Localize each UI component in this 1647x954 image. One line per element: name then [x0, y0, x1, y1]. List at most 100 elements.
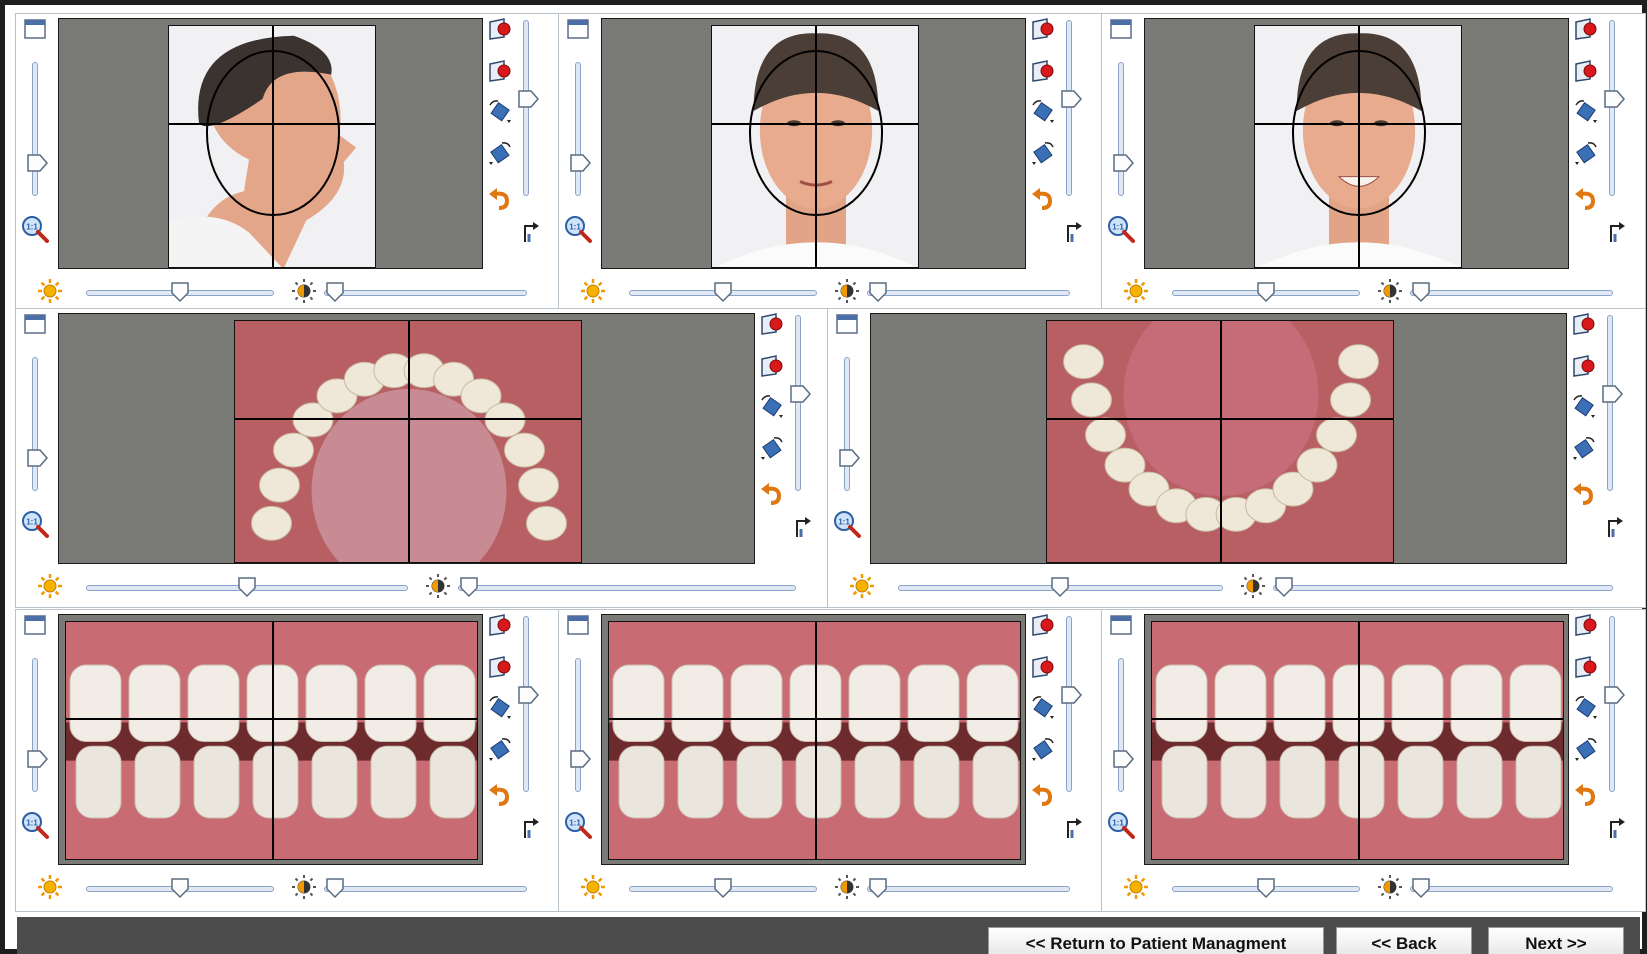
zoom-actual-size-icon[interactable]: 1:1 — [20, 509, 50, 539]
contrast-slider[interactable] — [866, 290, 1070, 296]
rotate-counterclockwise-icon[interactable] — [1030, 140, 1060, 170]
capture-icon[interactable] — [487, 16, 517, 46]
contrast-slider[interactable] — [1409, 290, 1613, 296]
brightness-slider-thumb[interactable] — [712, 877, 734, 899]
rotation-slider-thumb[interactable] — [1603, 88, 1625, 110]
window-icon[interactable] — [22, 612, 52, 642]
rotate-clockwise-icon[interactable] — [759, 393, 789, 423]
capture-icon[interactable] — [1030, 58, 1060, 88]
window-icon[interactable] — [1108, 612, 1138, 642]
flip-icon[interactable] — [517, 218, 547, 248]
zoom-actual-size-icon[interactable]: 1:1 — [1106, 810, 1136, 840]
contrast-slider-thumb[interactable] — [1273, 576, 1295, 598]
image-view[interactable] — [601, 18, 1026, 269]
left-buccal-photo[interactable] — [1151, 621, 1564, 860]
back-button[interactable]: << Back — [1336, 927, 1472, 954]
flip-icon[interactable] — [789, 513, 819, 543]
flip-icon[interactable] — [517, 814, 547, 844]
flip-icon[interactable] — [1603, 814, 1633, 844]
contrast-slider-thumb[interactable] — [867, 281, 889, 303]
window-icon[interactable] — [565, 16, 595, 46]
flip-icon[interactable] — [1060, 814, 1090, 844]
contrast-slider-thumb[interactable] — [1410, 281, 1432, 303]
undo-icon[interactable] — [759, 481, 789, 511]
window-icon[interactable] — [834, 311, 864, 341]
lower-arch-photo[interactable] — [1046, 320, 1394, 563]
contrast-slider-thumb[interactable] — [458, 576, 480, 598]
zoom-actual-size-icon[interactable]: 1:1 — [20, 214, 50, 244]
image-view[interactable] — [1144, 614, 1569, 865]
rotate-clockwise-icon[interactable] — [1030, 694, 1060, 724]
contrast-slider[interactable] — [458, 585, 796, 591]
contrast-slider[interactable] — [1409, 886, 1613, 892]
frontal-teeth-photo[interactable] — [608, 621, 1021, 860]
right-buccal-photo[interactable] — [65, 621, 478, 860]
zoom-actual-size-icon[interactable]: 1:1 — [1106, 214, 1136, 244]
rotate-counterclockwise-icon[interactable] — [759, 435, 789, 465]
smiling-face-photo[interactable] — [1254, 25, 1462, 268]
capture-icon[interactable] — [1571, 311, 1601, 341]
brightness-slider-thumb[interactable] — [1255, 877, 1277, 899]
brightness-slider-thumb[interactable] — [236, 576, 258, 598]
contrast-slider[interactable] — [323, 886, 527, 892]
contrast-slider-thumb[interactable] — [324, 281, 346, 303]
zoom-actual-size-icon[interactable]: 1:1 — [563, 810, 593, 840]
zoom-slider-thumb[interactable] — [26, 748, 48, 770]
window-icon[interactable] — [22, 311, 52, 341]
contrast-slider[interactable] — [323, 290, 527, 296]
rotate-clockwise-icon[interactable] — [1030, 98, 1060, 128]
capture-icon[interactable] — [487, 58, 517, 88]
undo-icon[interactable] — [1573, 782, 1603, 812]
zoom-actual-size-icon[interactable]: 1:1 — [20, 810, 50, 840]
rotate-clockwise-icon[interactable] — [1573, 694, 1603, 724]
rotate-clockwise-icon[interactable] — [1573, 98, 1603, 128]
rotate-counterclockwise-icon[interactable] — [1573, 140, 1603, 170]
image-view[interactable] — [58, 614, 483, 865]
contrast-slider-thumb[interactable] — [867, 877, 889, 899]
brightness-slider-thumb[interactable] — [1049, 576, 1071, 598]
contrast-slider-thumb[interactable] — [324, 877, 346, 899]
rotate-clockwise-icon[interactable] — [1571, 393, 1601, 423]
rotation-slider-thumb[interactable] — [1601, 383, 1623, 405]
undo-icon[interactable] — [1573, 186, 1603, 216]
rotate-counterclockwise-icon[interactable] — [487, 140, 517, 170]
brightness-slider-thumb[interactable] — [169, 281, 191, 303]
image-view[interactable] — [870, 313, 1567, 564]
capture-icon[interactable] — [1030, 612, 1060, 642]
upper-arch-photo[interactable] — [234, 320, 582, 563]
capture-icon[interactable] — [759, 353, 789, 383]
zoom-slider[interactable] — [844, 357, 850, 491]
contrast-slider[interactable] — [866, 886, 1070, 892]
rotation-slider-thumb[interactable] — [517, 88, 539, 110]
rotation-slider-thumb[interactable] — [789, 383, 811, 405]
window-icon[interactable] — [565, 612, 595, 642]
zoom-slider[interactable] — [32, 658, 38, 792]
capture-icon[interactable] — [1573, 612, 1603, 642]
rotation-slider-thumb[interactable] — [1060, 684, 1082, 706]
return-to-patient-management-button[interactable]: << Return to Patient Managment — [988, 927, 1324, 954]
rotate-counterclockwise-icon[interactable] — [1573, 736, 1603, 766]
next-button[interactable]: Next >> — [1488, 927, 1624, 954]
undo-icon[interactable] — [487, 186, 517, 216]
rotate-clockwise-icon[interactable] — [487, 98, 517, 128]
zoom-slider[interactable] — [1118, 62, 1124, 196]
capture-icon[interactable] — [1573, 654, 1603, 684]
capture-icon[interactable] — [1573, 16, 1603, 46]
image-view[interactable] — [58, 313, 755, 564]
rotate-counterclockwise-icon[interactable] — [487, 736, 517, 766]
capture-icon[interactable] — [487, 654, 517, 684]
zoom-slider[interactable] — [32, 62, 38, 196]
rotate-counterclockwise-icon[interactable] — [1030, 736, 1060, 766]
undo-icon[interactable] — [1030, 782, 1060, 812]
undo-icon[interactable] — [1571, 481, 1601, 511]
rotate-clockwise-icon[interactable] — [487, 694, 517, 724]
zoom-slider[interactable] — [575, 658, 581, 792]
frontal-face-photo[interactable] — [711, 25, 919, 268]
rotate-counterclockwise-icon[interactable] — [1571, 435, 1601, 465]
zoom-slider-thumb[interactable] — [26, 152, 48, 174]
window-icon[interactable] — [1108, 16, 1138, 46]
contrast-slider[interactable] — [1272, 585, 1613, 591]
capture-icon[interactable] — [1573, 58, 1603, 88]
undo-icon[interactable] — [487, 782, 517, 812]
rotation-slider-thumb[interactable] — [1060, 88, 1082, 110]
